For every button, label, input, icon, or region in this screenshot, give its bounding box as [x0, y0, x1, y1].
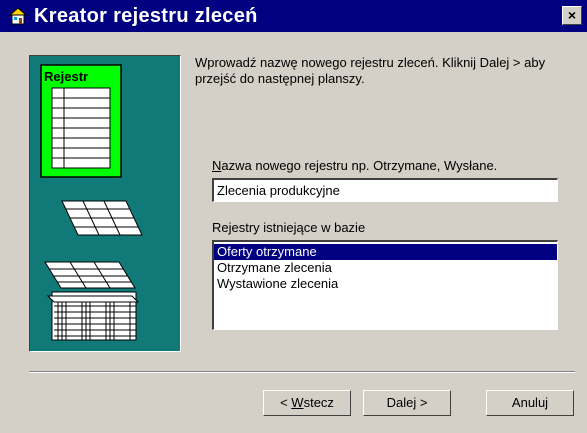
wizard-house-icon: [8, 7, 28, 25]
back-accel: W: [291, 395, 304, 410]
name-field-accel: N: [212, 158, 222, 173]
name-field-label-rest: azwa nowego rejestru np. Otrzymane, Wysł…: [221, 158, 498, 173]
close-button[interactable]: ×: [562, 6, 582, 25]
back-rest: stecz: [303, 395, 334, 410]
list-item-register[interactable]: Oferty otrzymane: [214, 244, 557, 260]
next-button[interactable]: Dalej >: [363, 390, 451, 416]
existing-registers-label: Rejestry istniejące w bazie: [212, 220, 366, 235]
list-item-register[interactable]: Wystawione zlecenia: [214, 276, 557, 292]
register-name-input[interactable]: [212, 178, 558, 202]
title-bar: Kreator rejestru zleceń ×: [0, 0, 587, 32]
cancel-button[interactable]: Anuluj: [486, 390, 574, 416]
wizard-illustration: Rejestr: [29, 55, 181, 352]
window-title: Kreator rejestru zleceń: [34, 5, 258, 27]
name-field-label: Nazwa nowego rejestru np. Otrzymane, Wys…: [212, 158, 497, 174]
instruction-text: Wprowadź nazwę nowego rejestru zleceń. K…: [195, 55, 546, 86]
back-prefix: <: [280, 395, 292, 410]
register-illustration-icon: Rejestr: [40, 64, 143, 341]
register-card-label: Rejestr: [44, 69, 88, 84]
existing-registers-list[interactable]: Oferty otrzymane Otrzymane zlecenia Wyst…: [212, 240, 558, 330]
separator: [29, 371, 575, 373]
back-button[interactable]: < Wstecz: [263, 390, 351, 416]
list-item-register[interactable]: Otrzymane zlecenia: [214, 260, 557, 276]
